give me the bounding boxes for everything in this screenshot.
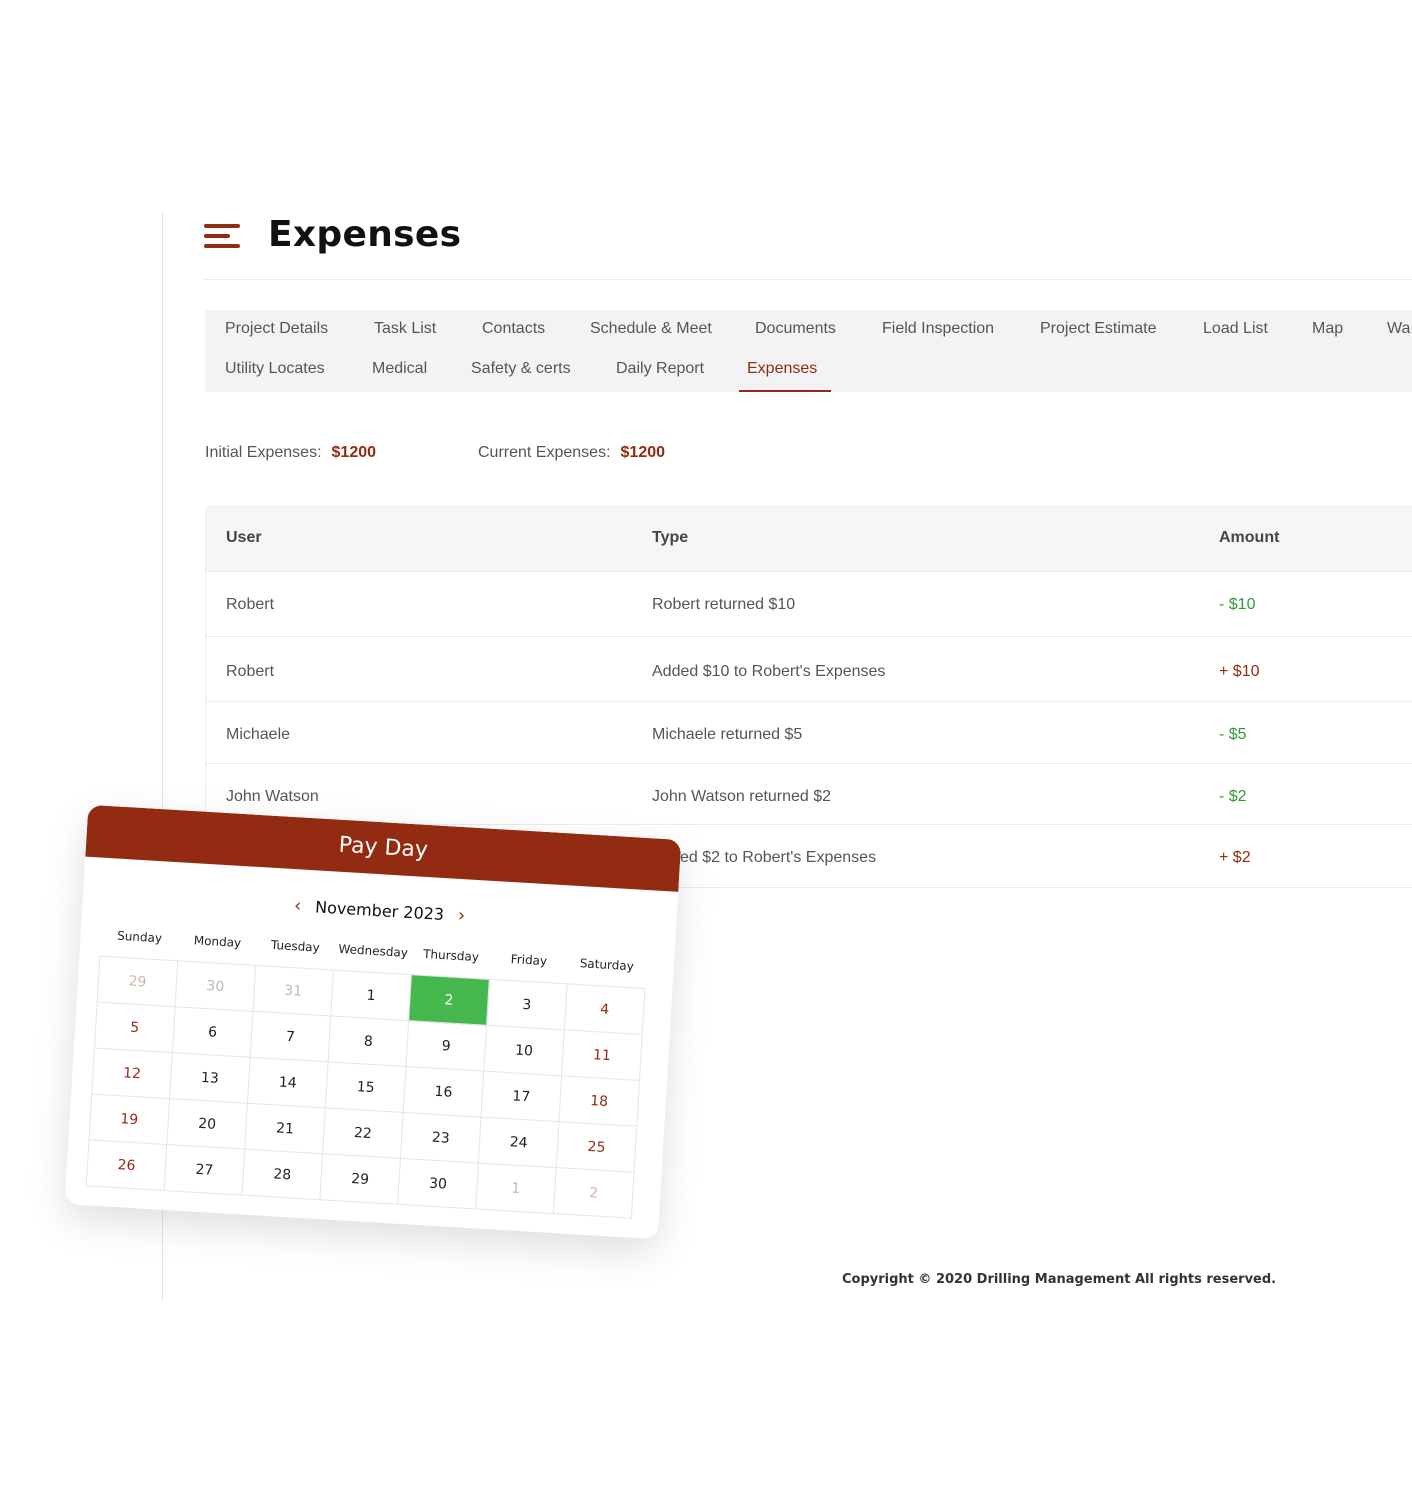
column-header-type: Type (652, 529, 689, 546)
chevron-left-icon[interactable]: ‹ (293, 895, 301, 916)
calendar-weekdays: Sunday Monday Tuesday Wednesday Thursday… (101, 928, 646, 974)
table-row[interactable]: Michaele Michaele returned $5 - $5 (206, 701, 1412, 763)
tab-utility-locates[interactable]: Utility Locates (225, 360, 325, 378)
page-title: Expenses (268, 214, 462, 255)
cell-user: Michaele (226, 726, 291, 743)
calendar-day[interactable]: 23 (400, 1112, 482, 1164)
calendar-day[interactable]: 19 (89, 1094, 171, 1146)
calendar-day[interactable]: 17 (481, 1071, 563, 1123)
cell-type: ed $2 to Robert's Expenses (680, 849, 877, 866)
current-expenses: Current Expenses: $1200 (478, 444, 665, 462)
cell-type: Michaele returned $5 (652, 726, 803, 743)
calendar-day[interactable]: 10 (484, 1025, 565, 1077)
calendar-day[interactable]: 3 (486, 979, 568, 1031)
column-header-user: User (226, 529, 262, 546)
calendar-day[interactable]: 13 (170, 1053, 251, 1104)
table-header: User Type Amount (206, 507, 1412, 571)
calendar-day[interactable]: 25 (556, 1122, 638, 1173)
hamburger-menu-icon[interactable] (204, 224, 242, 250)
weekday-label: Thursday (422, 946, 480, 965)
calendar-day[interactable]: 18 (559, 1076, 640, 1127)
chevron-right-icon[interactable]: › (457, 905, 465, 926)
weekday-label: Sunday (116, 928, 163, 946)
cell-user: John Watson (226, 788, 319, 805)
calendar-grid: 29 30 31 1 2 3 4 5 6 7 8 9 10 11 12 13 14 15 16 17 18 19 20 21 2… (85, 955, 646, 1219)
tab-field-inspection[interactable]: Field Inspection (882, 320, 994, 338)
calendar-day[interactable]: 11 (562, 1030, 643, 1081)
calendar-day[interactable]: 14 (247, 1057, 329, 1109)
calendar-day[interactable]: 22 (323, 1108, 404, 1159)
calendar-day[interactable]: 27 (164, 1145, 246, 1196)
tab-daily-report[interactable]: Daily Report (616, 360, 704, 378)
calendar-day[interactable]: 20 (167, 1099, 248, 1150)
calendar-day[interactable]: 8 (328, 1016, 410, 1068)
tab-load-list[interactable]: Load List (1203, 320, 1268, 338)
calendar-day[interactable]: 31 (253, 965, 334, 1017)
calendar-day[interactable]: 26 (86, 1140, 168, 1191)
cell-user: Robert (226, 596, 275, 613)
tab-map[interactable]: Map (1312, 320, 1343, 338)
calendar-day[interactable]: 1 (476, 1163, 557, 1215)
pay-day-calendar: Pay Day ‹ November 2023 › Sunday Monday Tu… (64, 804, 682, 1240)
tab-contacts[interactable]: Contacts (482, 320, 545, 338)
calendar-month-label: November 2023 (314, 897, 445, 925)
initial-expenses-value: $1200 (331, 444, 377, 461)
tab-task-list[interactable]: Task List (374, 320, 436, 338)
current-expenses-label: Current Expenses: (478, 444, 611, 461)
weekday-label: Saturday (579, 956, 635, 974)
copyright-footer: Copyright © 2020 Drilling Management All… (842, 1272, 1277, 1287)
table-row[interactable]: Robert Robert returned $10 - $10 (206, 571, 1412, 636)
calendar-day[interactable]: 16 (403, 1067, 485, 1118)
cell-type: Added $10 to Robert's Expenses (652, 663, 886, 680)
calendar-day[interactable]: 4 (564, 984, 646, 1036)
calendar-day[interactable]: 29 (97, 956, 179, 1008)
calendar-day[interactable]: 6 (172, 1007, 254, 1058)
calendar-day[interactable]: 21 (245, 1103, 326, 1155)
calendar-day[interactable]: 9 (406, 1021, 487, 1072)
cell-amount: - $5 (1219, 726, 1247, 743)
page-header: Expenses (204, 212, 1412, 280)
cell-amount: - $2 (1219, 788, 1247, 805)
calendar-day[interactable]: 2 (553, 1168, 635, 1219)
table-row[interactable]: Robert Added $10 to Robert's Expenses + … (206, 636, 1412, 701)
calendar-month-nav: ‹ November 2023 › (83, 883, 677, 939)
cell-amount: + $2 (1219, 849, 1251, 866)
tab-project-details[interactable]: Project Details (225, 320, 328, 338)
cell-amount: - $10 (1219, 596, 1256, 613)
cell-amount: + $10 (1219, 663, 1260, 680)
tab-project-estimate[interactable]: Project Estimate (1040, 320, 1156, 338)
calendar-day[interactable]: 28 (242, 1149, 324, 1201)
weekday-label: Tuesday (270, 937, 321, 955)
cell-type: John Watson returned $2 (652, 788, 832, 805)
tab-wa-truncated[interactable]: Wa (1387, 320, 1410, 338)
active-tab-indicator (739, 390, 831, 392)
cell-type: Robert returned $10 (652, 596, 796, 613)
tab-documents[interactable]: Documents (755, 320, 836, 338)
calendar-day[interactable]: 7 (250, 1011, 332, 1063)
weekday-label: Wednesday (338, 941, 409, 960)
tab-bar: Project Details Task List Contacts Sched… (205, 310, 1412, 392)
tab-safety-certs[interactable]: Safety & certs (471, 360, 571, 378)
calendar-day[interactable]: 5 (94, 1002, 176, 1054)
calendar-day[interactable]: 15 (325, 1062, 407, 1113)
current-expenses-value: $1200 (620, 444, 666, 461)
calendar-day[interactable]: 30 (398, 1158, 479, 1210)
initial-expenses: Initial Expenses: $1200 (205, 444, 376, 462)
calendar-day[interactable]: 30 (175, 961, 257, 1012)
table-row[interactable]: John Watson John Watson returned $2 - $2 (206, 763, 1412, 824)
calendar-day[interactable]: 29 (320, 1154, 401, 1205)
cell-user: Robert (226, 663, 275, 680)
tab-medical[interactable]: Medical (372, 360, 427, 378)
tab-schedule-meet[interactable]: Schedule & Meet (590, 320, 712, 338)
calendar-day-selected[interactable]: 2 (409, 975, 490, 1026)
calendar-day[interactable]: 12 (92, 1048, 173, 1100)
calendar-day[interactable]: 1 (331, 970, 412, 1022)
calendar-day[interactable]: 24 (478, 1117, 560, 1169)
weekday-label: Friday (510, 952, 548, 969)
tab-expenses[interactable]: Expenses (747, 360, 817, 378)
weekday-label: Monday (193, 933, 242, 951)
initial-expenses-label: Initial Expenses: (205, 444, 322, 461)
column-header-amount: Amount (1219, 529, 1280, 546)
